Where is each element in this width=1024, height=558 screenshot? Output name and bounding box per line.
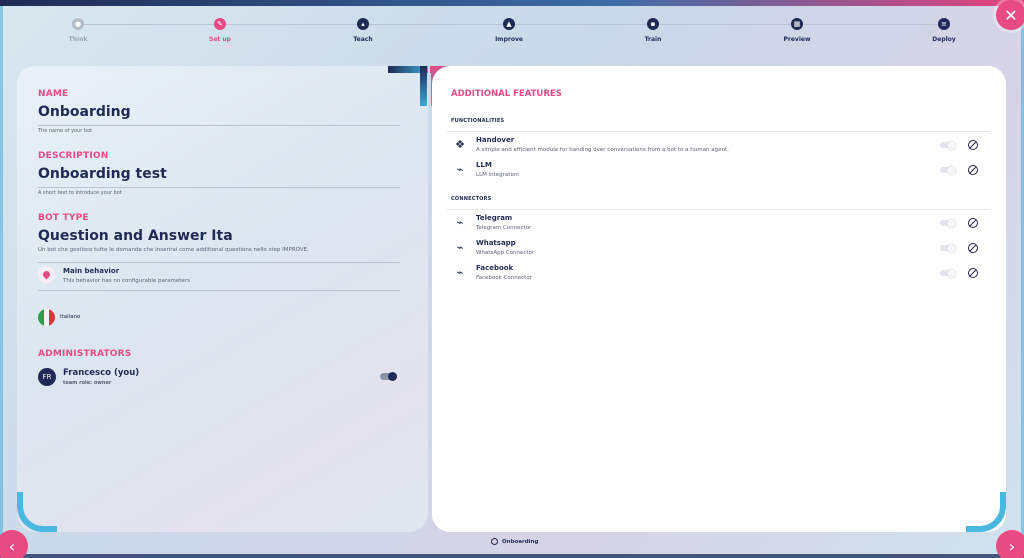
behavior-title[interactable]: Main behavior bbox=[63, 267, 119, 275]
section-divider bbox=[447, 131, 990, 132]
footer-bot-label: Onboarding bbox=[491, 538, 538, 545]
bot-settings-panel bbox=[17, 66, 428, 532]
additional-features-panel bbox=[432, 66, 1006, 532]
calendar-icon: ▦ bbox=[791, 18, 803, 30]
feature-name: Handover bbox=[476, 136, 515, 144]
whatsapp-toggle[interactable] bbox=[940, 243, 956, 253]
bot-type-hint: Un bot che gestisce tutte le domande che… bbox=[38, 247, 309, 253]
next-step-button[interactable]: › bbox=[996, 530, 1024, 558]
description-underline bbox=[38, 187, 400, 188]
block-icon[interactable] bbox=[968, 268, 978, 278]
pencil-icon: ✎ bbox=[214, 18, 226, 30]
graduation-cap-icon: ▴ bbox=[357, 18, 369, 30]
feature-name: LLM bbox=[476, 161, 492, 169]
bot-icon bbox=[491, 538, 498, 545]
block-icon[interactable] bbox=[968, 218, 978, 228]
location-pin-icon bbox=[38, 266, 55, 283]
step-label: Teach bbox=[353, 36, 373, 43]
block-icon[interactable] bbox=[968, 140, 978, 150]
italy-flag-icon[interactable] bbox=[38, 309, 55, 326]
feature-desc: Facebook Connector bbox=[476, 275, 532, 281]
step-teach[interactable]: ▴ Teach bbox=[323, 17, 403, 43]
step-improve[interactable]: ▲ Improve bbox=[469, 17, 549, 43]
train-icon: ▪ bbox=[647, 18, 659, 30]
bot-type-select[interactable]: Question and Answer Ita bbox=[38, 228, 233, 244]
features-title: ADDITIONAL FEATURES bbox=[451, 89, 562, 99]
admin-role: team role: owner bbox=[63, 380, 112, 386]
admin-toggle[interactable] bbox=[380, 372, 397, 381]
step-train[interactable]: ▪ Train bbox=[613, 17, 693, 43]
left-frame-edge bbox=[0, 6, 3, 554]
plug-icon: ⌁ bbox=[456, 216, 464, 229]
functionalities-heading: FUNCTIONALITIES bbox=[451, 118, 505, 124]
triangle-icon: ▲ bbox=[503, 18, 515, 30]
description-hint: A short text to introduce your bot bbox=[38, 190, 122, 196]
top-frame-bar bbox=[0, 0, 1024, 6]
step-label: Deploy bbox=[932, 36, 956, 43]
bulb-icon: ● bbox=[72, 18, 84, 30]
name-label: NAME bbox=[38, 89, 69, 99]
step-preview[interactable]: ▦ Preview bbox=[757, 17, 837, 43]
description-field[interactable]: Onboarding test bbox=[38, 166, 167, 182]
step-label: Set up bbox=[209, 36, 231, 43]
step-label: Think bbox=[68, 36, 88, 43]
plug-icon: ⌁ bbox=[456, 241, 464, 254]
step-think[interactable]: ● Think bbox=[38, 17, 118, 43]
step-deploy[interactable]: ≡ Deploy bbox=[904, 17, 984, 43]
decor-bar bbox=[420, 66, 427, 106]
feature-desc: Telegram Connector bbox=[476, 225, 532, 231]
llm-toggle[interactable] bbox=[940, 165, 956, 175]
step-label: Train bbox=[644, 36, 662, 43]
bot-type-label: BOT TYPE bbox=[38, 213, 89, 223]
feature-desc: WhatsApp Connector bbox=[476, 250, 535, 256]
plug-icon: ⌁ bbox=[456, 266, 464, 279]
bottom-frame-bar bbox=[0, 554, 1024, 558]
handshake-icon: ❖ bbox=[455, 138, 465, 151]
behavior-underline bbox=[38, 290, 400, 291]
close-button[interactable]: ✕ bbox=[996, 0, 1024, 30]
chevron-left-icon: ‹ bbox=[8, 536, 16, 556]
footer-label: Onboarding bbox=[502, 538, 539, 545]
name-hint: The name of your bot bbox=[38, 128, 93, 134]
name-field[interactable]: Onboarding bbox=[38, 104, 131, 120]
list-icon: ≡ bbox=[938, 18, 950, 30]
feature-desc: A simple and efficient module for handin… bbox=[476, 147, 729, 153]
feature-desc: LLM integration bbox=[476, 172, 519, 178]
description-label: DESCRIPTION bbox=[38, 151, 109, 161]
facebook-toggle[interactable] bbox=[940, 268, 956, 278]
block-icon[interactable] bbox=[968, 165, 978, 175]
step-label: Preview bbox=[783, 36, 811, 43]
connectors-heading: CONNECTORS bbox=[451, 196, 492, 202]
step-setup[interactable]: ✎ Set up bbox=[180, 17, 260, 43]
avatar: FR bbox=[38, 368, 56, 386]
name-underline bbox=[38, 125, 400, 126]
wizard-stepper: ● Think ✎ Set up ▴ Teach ▲ Improve ▪ Tra… bbox=[0, 17, 1024, 47]
section-divider bbox=[447, 209, 990, 210]
block-icon[interactable] bbox=[968, 243, 978, 253]
close-icon: ✕ bbox=[1004, 5, 1018, 25]
feature-name: Whatsapp bbox=[476, 239, 516, 247]
chevron-right-icon: › bbox=[1008, 536, 1016, 556]
feature-name: Telegram bbox=[476, 214, 513, 222]
previous-step-button[interactable]: ‹ bbox=[0, 530, 28, 558]
feature-name: Facebook bbox=[476, 264, 514, 272]
plug-icon: ⌁ bbox=[456, 163, 464, 176]
administrators-label: ADMINISTRATORS bbox=[38, 349, 132, 359]
telegram-toggle[interactable] bbox=[940, 218, 956, 228]
step-label: Improve bbox=[495, 36, 523, 43]
behavior-desc: This behavior has no configurable parame… bbox=[63, 278, 190, 284]
bot-type-underline bbox=[38, 262, 400, 263]
handover-toggle[interactable] bbox=[940, 140, 956, 150]
language-label: Italiano bbox=[60, 314, 81, 320]
admin-name: Francesco (you) bbox=[63, 368, 140, 378]
